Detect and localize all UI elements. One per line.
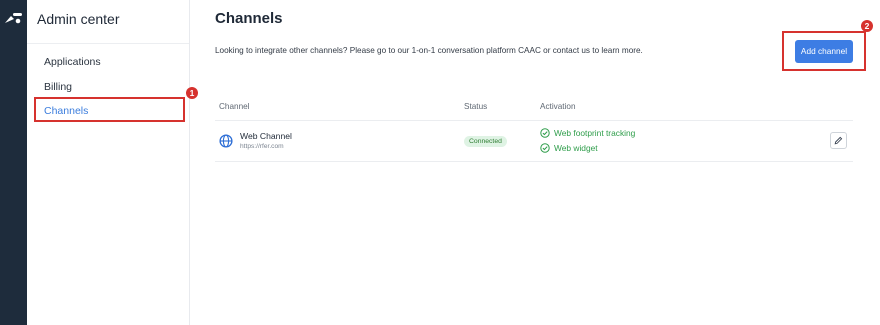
page-title: Channels [215,10,283,27]
highlight-box-channels [34,97,185,122]
column-header-channel: Channel [219,102,250,111]
column-header-activation: Activation [540,102,576,111]
activation-label: Web footprint tracking [554,128,636,138]
globe-icon [219,134,233,148]
app-logo-icon[interactable] [2,10,24,26]
table-header-divider [215,120,853,121]
step-badge-2: 2 [861,20,873,32]
check-circle-icon [540,128,550,138]
admin-sidebar: Admin center Applications Billing Channe… [27,0,190,325]
step-badge-1: 1 [186,87,198,99]
info-text: Looking to integrate other channels? Ple… [215,46,643,55]
channel-name: Web Channel [240,131,292,141]
sidebar-divider [27,43,189,44]
sidebar-item-applications[interactable]: Applications [44,56,101,68]
activation-item: Web footprint tracking [540,128,635,138]
edit-channel-button[interactable] [830,132,847,149]
table-row-divider [215,161,853,162]
app-rail [0,0,27,325]
pencil-icon [834,136,843,145]
sidebar-item-billing[interactable]: Billing [44,81,72,93]
channel-url: https://rfer.com [240,143,284,150]
status-badge: Connected [464,136,507,147]
activation-label: Web widget [554,143,598,153]
check-circle-icon [540,143,550,153]
activation-item: Web widget [540,143,598,153]
sidebar-title: Admin center [37,11,120,27]
column-header-status: Status [464,102,488,111]
highlight-box-add-channel [782,31,866,71]
